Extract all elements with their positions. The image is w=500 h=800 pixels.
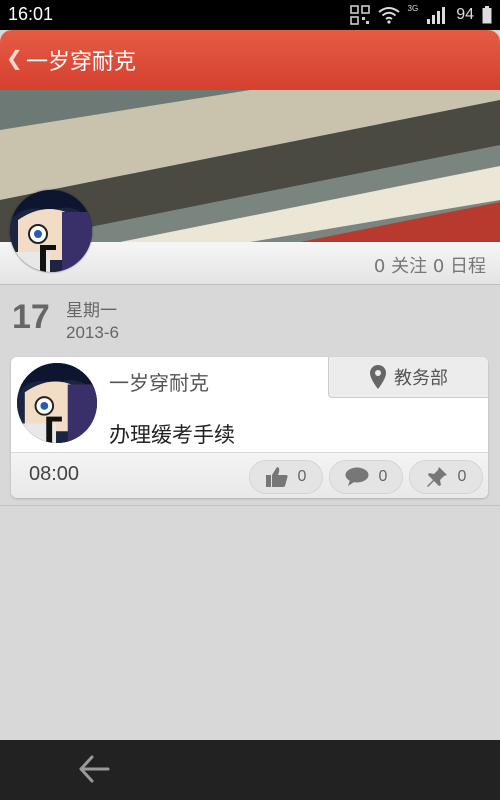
battery-level: 94	[456, 6, 474, 23]
wifi-icon	[377, 7, 400, 24]
date-day: 17	[12, 298, 50, 336]
card-username[interactable]: 一岁穿耐克	[109, 367, 209, 396]
card-avatar[interactable]	[17, 363, 97, 443]
qr-scan-icon	[349, 5, 370, 25]
status-time: 16:01	[8, 4, 54, 24]
status-icons: 3G 94	[349, 4, 492, 26]
back-arrow-icon[interactable]	[78, 754, 110, 784]
schedule-time: 08:00	[29, 463, 80, 485]
chevron-left-icon[interactable]: ❮	[6, 46, 23, 70]
status-bar: 16:01 3G 94	[0, 0, 500, 30]
schedule-content: 办理缓考手续	[109, 423, 235, 447]
comment-icon	[345, 467, 369, 486]
system-nav-bar	[0, 740, 500, 800]
pin-button[interactable]: 0	[409, 460, 483, 494]
date-year-month: 2013-6	[66, 323, 119, 342]
department-label: 教务部	[394, 368, 448, 389]
pin-count: 0	[457, 468, 467, 485]
thumbs-up-icon	[265, 467, 288, 487]
date-weekday: 星期一	[66, 301, 117, 321]
pushpin-icon	[426, 467, 447, 487]
battery-icon	[482, 6, 492, 24]
network-type-label: 3G	[407, 4, 419, 13]
location-pin-icon	[370, 365, 386, 389]
like-count: 0	[297, 468, 307, 485]
card-footer: 08:00 0 0 0	[11, 452, 488, 498]
signal-icon	[427, 7, 446, 24]
app-header: ❮ 一岁穿耐克	[0, 30, 500, 90]
profile-avatar[interactable]	[10, 190, 92, 272]
department-tag[interactable]: 教务部	[328, 357, 488, 398]
divider	[0, 505, 500, 506]
comment-button[interactable]: 0	[329, 460, 403, 494]
like-button[interactable]: 0	[249, 460, 323, 494]
schedule-card[interactable]: 一岁穿耐克 教务部 办理缓考手续 08:00 0 0 0	[11, 357, 488, 498]
comment-count: 0	[378, 468, 388, 485]
profile-stats[interactable]: 0 关注 0 日程	[374, 252, 486, 278]
page-title[interactable]: 一岁穿耐克	[26, 44, 136, 76]
